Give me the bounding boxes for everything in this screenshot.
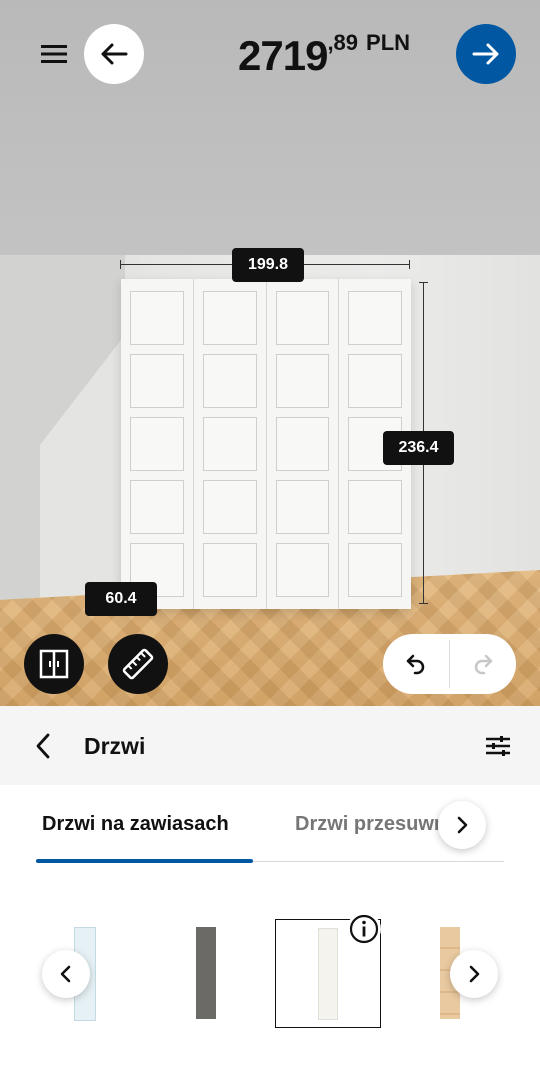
section-header: Drzwi [0,706,540,785]
toggle-doors-button[interactable] [24,634,84,694]
chevron-right-icon [469,965,480,983]
arrow-right-icon [472,43,499,65]
price-decimal: ,89 [327,30,359,55]
carousel-next-button[interactable] [450,950,498,998]
tab-sliding-doors[interactable]: Drzwi przesuwne [295,813,445,836]
door-type-tabs: Drzwi na zawiasach Drzwi przesuwne [0,785,540,865]
undo-icon [406,654,425,675]
wardrobe-door[interactable] [194,279,267,609]
redo-icon [474,654,493,675]
room-3d-viewport[interactable]: 199.8 236.4 60.4 2719,89 PLN [0,0,540,706]
menu-button[interactable] [36,38,72,70]
door-thumbnail [196,927,216,1019]
filter-sliders-icon [486,736,510,756]
back-button[interactable] [84,24,144,84]
height-dimension-label: 236.4 [383,431,454,465]
measure-button[interactable] [108,634,168,694]
wardrobe-model[interactable] [121,279,411,609]
hamburger-menu-icon [41,45,67,63]
carousel-prev-button[interactable] [42,950,90,998]
product-dark-grey-door[interactable] [180,921,232,1021]
price-currency: PLN [366,30,411,55]
undo-button[interactable] [383,634,449,694]
redo-button[interactable] [450,634,516,694]
wardrobe-doors-icon [39,649,69,679]
product-info-button[interactable] [347,912,381,946]
width-dimension-label: 199.8 [232,248,304,282]
wardrobe-door[interactable] [267,279,340,609]
chevron-left-icon [60,965,71,983]
section-back-button[interactable] [28,728,58,764]
door-thumbnail [318,928,338,1020]
section-title: Drzwi [84,733,146,759]
chevron-left-icon [36,733,50,759]
door-product-carousel [0,866,540,1084]
depth-dimension-label: 60.4 [85,582,157,616]
sloped-wall [0,255,125,600]
arrow-left-icon [101,43,128,65]
filter-button[interactable] [482,730,514,762]
ruler-icon [122,648,154,680]
chevron-right-icon [457,816,468,834]
active-tab-indicator [36,859,253,863]
tabs-scroll-right-button[interactable] [438,801,486,849]
continue-button[interactable] [456,24,516,84]
info-icon [349,914,379,944]
undo-redo-control [383,634,516,694]
total-price: 2719,89 PLN [238,30,410,80]
wardrobe-door[interactable] [121,279,194,609]
price-integer: 2719 [238,32,328,79]
tab-hinged-doors[interactable]: Drzwi na zawiasach [42,813,229,836]
